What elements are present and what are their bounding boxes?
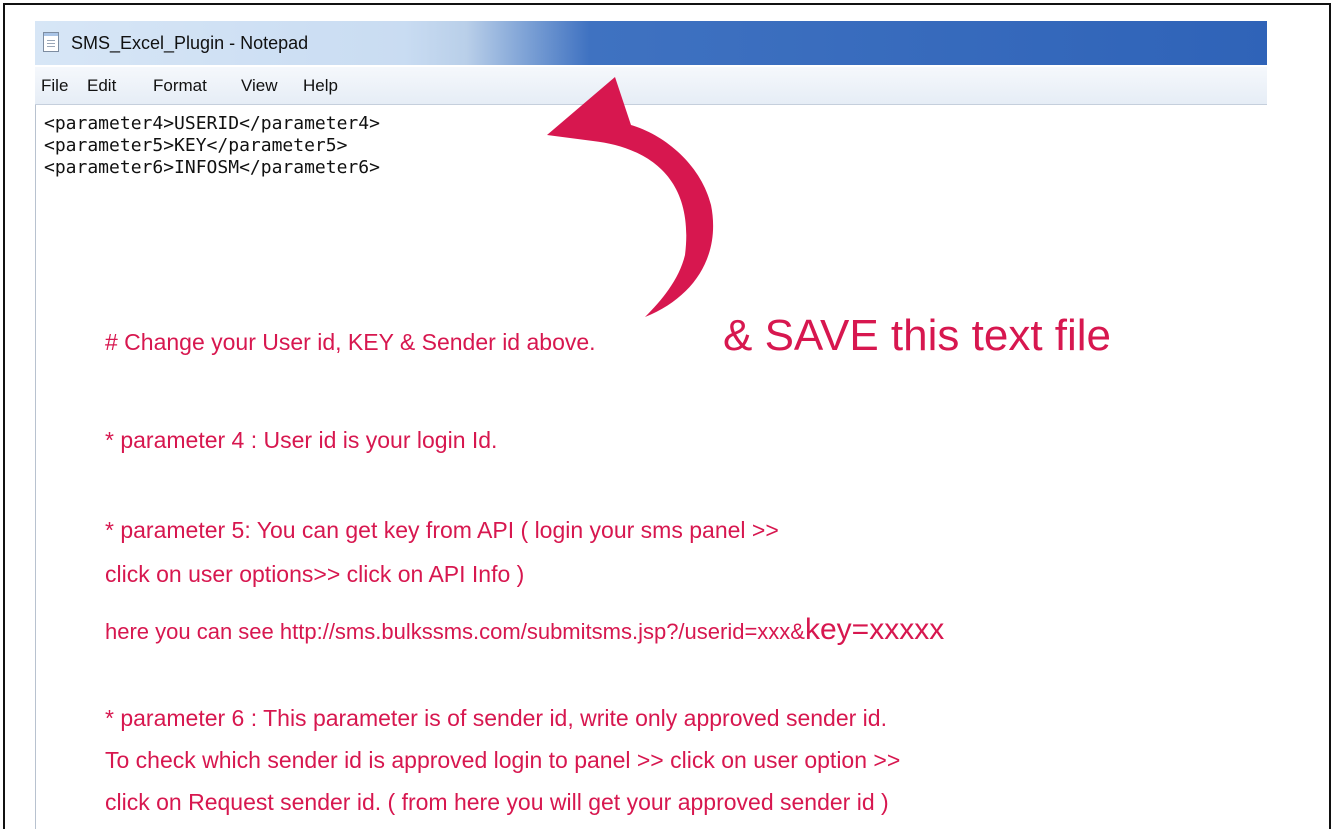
menu-format[interactable]: Format: [153, 76, 207, 96]
api-url-text: here you can see http://sms.bulkssms.com…: [105, 619, 805, 644]
menu-edit[interactable]: Edit: [87, 76, 116, 96]
title-bar[interactable]: SMS_Excel_Plugin - Notepad: [35, 21, 1267, 65]
window-title: SMS_Excel_Plugin - Notepad: [71, 33, 309, 53]
menu-file[interactable]: File: [41, 76, 68, 96]
editor-line: <parameter6>INFOSM</parameter6>: [44, 157, 380, 178]
parameter6-note-line2: To check which sender id is approved log…: [105, 747, 901, 773]
editor-line: <parameter5>KEY</parameter5>: [44, 135, 348, 156]
screenshot-frame: SMS_Excel_Plugin - Notepad File Edit For…: [3, 3, 1331, 829]
parameter5-note-line3: here you can see http://sms.bulkssms.com…: [105, 613, 944, 647]
parameter5-note-line2: click on user options>> click on API Inf…: [105, 561, 525, 587]
parameter6-note-line1: * parameter 6 : This parameter is of sen…: [105, 705, 887, 731]
parameter4-note: * parameter 4 : User id is your login Id…: [105, 427, 498, 453]
menu-help[interactable]: Help: [303, 76, 338, 96]
parameter6-note-line3: click on Request sender id. ( from here …: [105, 789, 889, 815]
save-instruction: & SAVE this text file: [723, 311, 1112, 360]
api-key-text: key=xxxxx: [804, 613, 945, 646]
editor-content[interactable]: <parameter4>USERID</parameter4> <paramete…: [44, 113, 380, 179]
curved-arrow-icon: [547, 77, 714, 317]
menu-view[interactable]: View: [241, 76, 278, 96]
notepad-icon: [43, 32, 59, 52]
editor-line: <parameter4>USERID</parameter4>: [44, 113, 380, 134]
parameter5-note-line1: * parameter 5: You can get key from API …: [105, 517, 779, 543]
change-instruction: # Change your User id, KEY & Sender id a…: [105, 329, 596, 355]
